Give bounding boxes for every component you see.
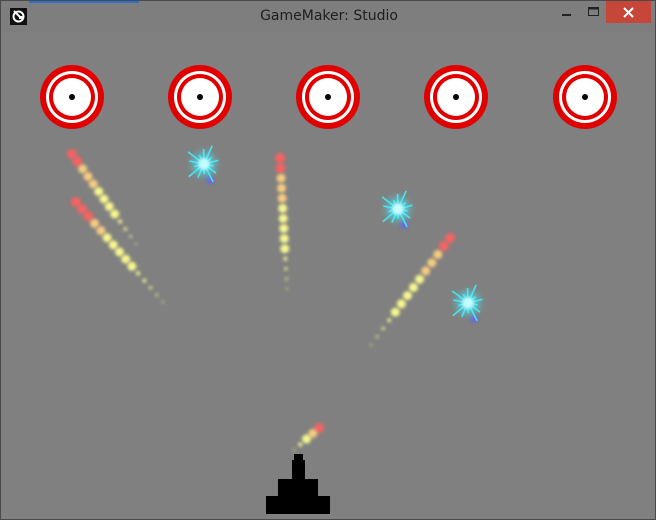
trail-particle: [284, 277, 289, 281]
game-canvas[interactable]: [8, 32, 650, 514]
trail-particle: [161, 300, 165, 304]
trail-particle: [276, 173, 286, 183]
game-window: GameMaker: Studio: [0, 0, 656, 520]
firework-trail: [369, 233, 455, 347]
trail-particle: [90, 218, 100, 228]
trail-particle: [96, 226, 106, 236]
trail-particle: [381, 326, 386, 331]
target-center: [453, 94, 459, 100]
maximize-icon: [587, 7, 599, 16]
targets-row: [40, 65, 617, 129]
spark-burst: [451, 284, 483, 323]
trail-particle: [375, 335, 379, 339]
trail-particle: [283, 256, 288, 261]
trail-particle: [108, 240, 118, 250]
trail-particle: [136, 271, 141, 276]
player-cannon[interactable]: [266, 454, 330, 514]
minimize-button[interactable]: [554, 1, 580, 23]
minimize-icon: [562, 14, 571, 16]
close-icon: [623, 6, 634, 18]
trail-particle: [279, 224, 289, 233]
trail-particle: [155, 293, 159, 297]
trail-particle: [278, 214, 288, 223]
trail-particle: [396, 299, 406, 309]
trail-particle: [284, 266, 288, 271]
game-scene: [40, 65, 617, 514]
target[interactable]: [296, 65, 360, 129]
trail-particle: [127, 261, 137, 271]
trail-particle: [128, 234, 133, 239]
spark-burst: [381, 190, 413, 229]
trail-particle: [445, 233, 455, 243]
trail-particle: [78, 164, 88, 174]
trail-particle: [409, 282, 418, 292]
trail-particle: [298, 442, 303, 447]
trail-particle: [285, 287, 289, 291]
firework-trail: [275, 153, 290, 291]
spark-bursts: [187, 145, 483, 323]
trail-particle: [278, 203, 288, 213]
trail-particle: [369, 343, 373, 347]
firework-trail: [292, 423, 324, 452]
trail-particle: [403, 291, 412, 301]
target-center: [197, 94, 203, 100]
trail-particle: [421, 266, 431, 276]
trail-particle: [117, 219, 123, 224]
firework-trails: [67, 149, 455, 452]
trail-particle: [83, 172, 93, 181]
trail-particle: [438, 241, 449, 252]
trail-particle: [292, 448, 296, 452]
title-accent-bar: [29, 1, 139, 3]
trail-particle: [275, 153, 285, 163]
trail-particle: [94, 187, 104, 196]
target-center: [325, 94, 331, 100]
trail-particle: [302, 434, 311, 444]
target[interactable]: [424, 65, 488, 129]
trail-particle: [415, 274, 425, 284]
target[interactable]: [40, 65, 104, 129]
trail-particle: [279, 234, 289, 244]
trail-particle: [390, 307, 400, 317]
trail-particle: [99, 194, 109, 204]
spark-burst: [187, 145, 219, 184]
trail-particle: [88, 179, 98, 189]
trail-particle: [280, 244, 290, 254]
title-bar[interactable]: GameMaker: Studio: [1, 1, 655, 32]
trail-particle: [277, 183, 287, 193]
trail-particle: [115, 247, 124, 257]
trail-particle: [277, 193, 287, 203]
maximize-button[interactable]: [580, 1, 606, 23]
target-center: [69, 94, 75, 100]
trail-particle: [433, 250, 443, 259]
target-center: [582, 94, 588, 100]
trail-particle: [121, 254, 131, 264]
trail-particle: [427, 258, 437, 268]
trail-particle: [110, 209, 120, 219]
trail-particle: [102, 233, 112, 243]
trail-particle: [134, 242, 138, 246]
close-button[interactable]: [606, 1, 651, 23]
target[interactable]: [168, 65, 232, 129]
trail-particle: [142, 278, 147, 283]
target[interactable]: [553, 65, 617, 129]
trail-particle: [387, 318, 392, 323]
trail-particle: [104, 202, 114, 211]
trail-particle: [123, 227, 128, 231]
trail-particle: [148, 285, 153, 290]
trail-particle: [275, 163, 286, 174]
